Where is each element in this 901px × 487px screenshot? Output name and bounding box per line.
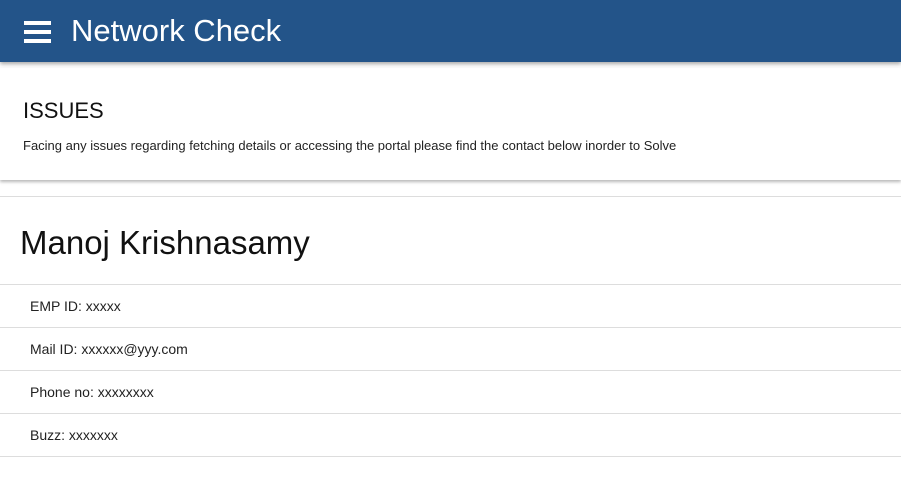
issues-card: ISSUES Facing any issues regarding fetch… bbox=[0, 68, 901, 180]
issues-description: Facing any issues regarding fetching det… bbox=[23, 138, 677, 153]
app-header: Network Check bbox=[0, 0, 901, 62]
issues-heading: ISSUES bbox=[23, 98, 104, 123]
app-title: Network Check bbox=[71, 13, 282, 48]
contact-detail-list: EMP ID: xxxxx Mail ID: xxxxxx@yyy.com Ph… bbox=[0, 284, 901, 457]
buzz-text: Buzz: xxxxxxx bbox=[30, 427, 118, 443]
mail-id-text: Mail ID: xxxxxx@yyy.com bbox=[30, 341, 188, 357]
hamburger-menu-icon[interactable] bbox=[24, 21, 51, 43]
list-item-emp-id: EMP ID: xxxxx bbox=[0, 284, 901, 327]
contact-name: Manoj Krishnasamy bbox=[20, 224, 310, 261]
list-item-buzz: Buzz: xxxxxxx bbox=[0, 413, 901, 457]
emp-id-text: EMP ID: xxxxx bbox=[30, 298, 121, 314]
list-item-mail-id: Mail ID: xxxxxx@yyy.com bbox=[0, 327, 901, 370]
phone-text: Phone no: xxxxxxxx bbox=[30, 384, 154, 400]
contact-card: Manoj Krishnasamy EMP ID: xxxxx Mail ID:… bbox=[0, 196, 901, 487]
list-item-phone: Phone no: xxxxxxxx bbox=[0, 370, 901, 413]
